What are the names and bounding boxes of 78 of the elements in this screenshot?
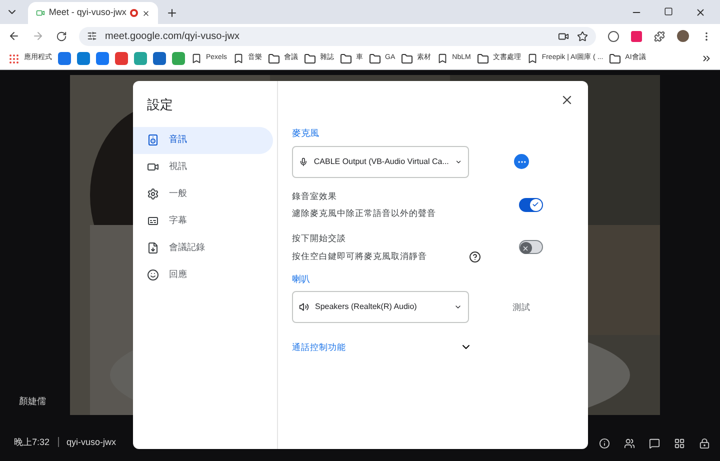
more-options-icon[interactable] — [514, 154, 529, 169]
bookmark-icon — [437, 53, 448, 64]
extensions-icon[interactable] — [654, 30, 665, 42]
cross-icon — [522, 244, 529, 252]
speakers-heading: 喇叭 — [292, 272, 311, 286]
microphone-icon — [299, 156, 308, 166]
bookmark-icon[interactable] — [115, 52, 128, 65]
bookmark-icon[interactable] — [153, 52, 166, 65]
lock-icon[interactable] — [699, 438, 710, 449]
call-controls-row[interactable]: 通話控制功能 — [292, 341, 472, 354]
setting-description: 按住空白鍵即可將麥克風取消靜音 — [292, 250, 428, 262]
close-icon[interactable] — [695, 7, 706, 18]
bookmark-icon[interactable] — [172, 52, 185, 65]
folder-icon — [609, 52, 622, 64]
setting-title: 按下開始交談 — [292, 232, 347, 245]
people-icon[interactable] — [624, 438, 635, 449]
avatar[interactable] — [677, 30, 689, 42]
close-icon[interactable] — [560, 93, 574, 107]
folder-icon — [304, 52, 316, 64]
test-button[interactable]: 測試 — [512, 300, 530, 314]
star-icon[interactable] — [577, 30, 588, 42]
setting-description: 濾除麥克風中除正常語音以外的聲音 — [292, 207, 437, 220]
captions-icon — [147, 215, 159, 227]
bookmark-icon — [526, 53, 538, 64]
document-download-icon — [147, 242, 159, 254]
meeting-time: 晚上7:32 — [14, 436, 50, 448]
bookmark-icon[interactable] — [77, 52, 90, 65]
help-icon[interactable] — [468, 250, 480, 262]
video-camera-icon — [147, 161, 159, 173]
grid-icon — [8, 52, 20, 64]
site-settings-icon[interactable] — [87, 31, 97, 41]
chat-icon[interactable] — [649, 438, 660, 449]
toggle-switch[interactable] — [518, 198, 542, 212]
gear-icon — [147, 188, 159, 200]
reload-icon[interactable] — [56, 30, 67, 42]
folder-icon — [369, 52, 382, 64]
close-icon[interactable] — [142, 8, 150, 18]
bookmark-icon — [191, 53, 202, 64]
browser-tab[interactable]: Meet - qyi-vuso-jwx — [28, 2, 158, 24]
settings-tab[interactable]: 字幕 — [133, 208, 273, 234]
extension-icon[interactable] — [608, 30, 619, 42]
folder-icon — [268, 52, 280, 64]
info-icon[interactable] — [599, 438, 610, 449]
camera-icon — [558, 30, 569, 42]
bookmark-icon[interactable] — [58, 52, 71, 65]
dialog-title: 設定 — [146, 96, 174, 114]
bookmark-icon — [233, 53, 244, 64]
bookmark-icon[interactable] — [134, 52, 147, 65]
settings-tab[interactable]: 一般 — [133, 180, 273, 208]
settings-tab[interactable]: 會議記錄 — [133, 234, 273, 262]
speakers-select[interactable]: Speakers (Realtek(R) Audio) — [292, 291, 469, 323]
folder-icon — [340, 52, 352, 64]
dropdown-icon — [454, 303, 462, 311]
recording-icon — [130, 9, 138, 17]
meeting-code: qyi-vuso-jwx — [66, 436, 116, 449]
toggle-switch[interactable] — [518, 240, 542, 254]
speaker-icon — [299, 302, 309, 312]
apps-icon[interactable] — [674, 438, 685, 449]
microphone-select[interactable]: CABLE Output (VB-Audio Virtual Ca... — [292, 146, 469, 178]
settings-tab[interactable]: 回應 — [133, 262, 273, 288]
participant-name: 顏婕儒 — [19, 395, 46, 408]
extension-icon[interactable] — [631, 30, 642, 42]
speaker-icon — [147, 134, 159, 146]
back-icon[interactable] — [8, 30, 20, 42]
setting-title: 錄音室效果 — [292, 190, 338, 202]
settings-tab[interactable]: 音訊 — [133, 126, 273, 154]
bookmark-icon[interactable] — [96, 52, 109, 65]
meet-icon — [36, 8, 45, 18]
new-tab-icon[interactable] — [166, 7, 178, 19]
maximize-icon[interactable] — [664, 7, 673, 16]
folder-icon — [401, 52, 414, 64]
more-bookmarks-icon[interactable] — [701, 53, 712, 64]
check-icon — [532, 201, 539, 208]
address-bar[interactable]: meet.google.com/qyi-vuso-jwx — [79, 26, 596, 46]
smiley-icon — [147, 269, 159, 281]
settings-tab[interactable]: 視訊 — [133, 154, 273, 180]
microphone-heading: 麥克風 — [292, 127, 320, 140]
folder-icon — [476, 52, 489, 64]
